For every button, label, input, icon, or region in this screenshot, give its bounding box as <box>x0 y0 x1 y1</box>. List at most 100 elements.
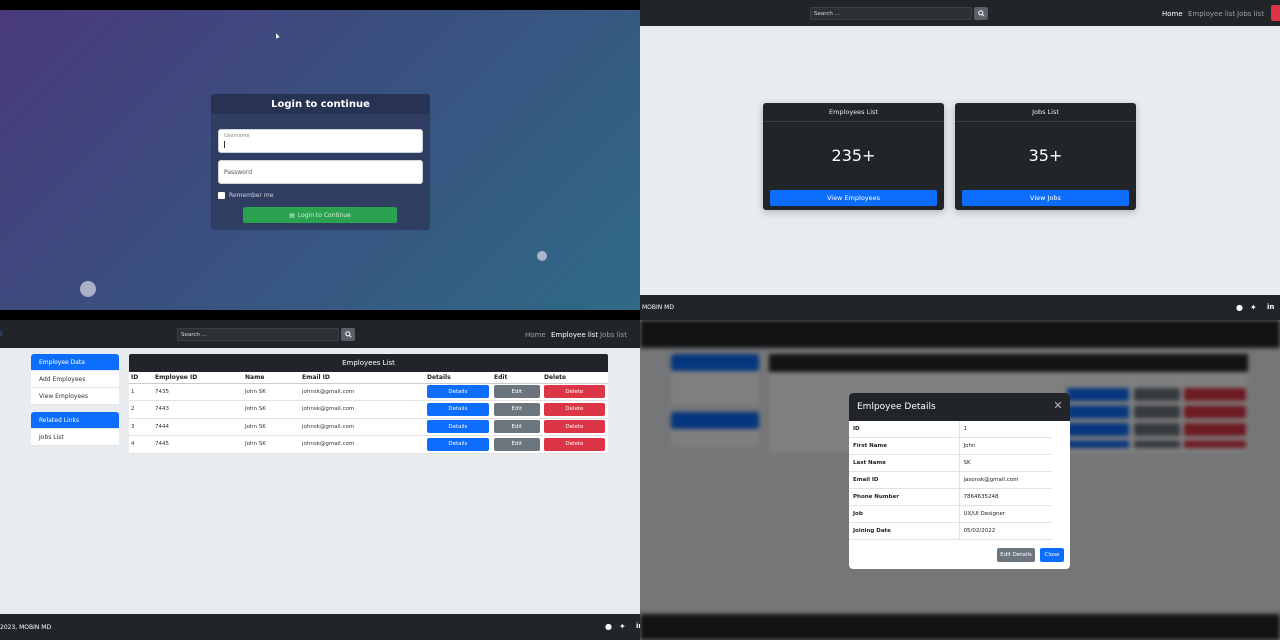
sidebar-item-jobs[interactable]: Jobs List <box>31 429 119 446</box>
floating-circle <box>80 281 96 297</box>
detail-row: First Name John <box>849 437 1052 456</box>
employee-list-screen: 0 Search ... Home Employee list Jobs lis… <box>0 320 640 640</box>
employees-table: ID Employee ID Name Email ID Details Edi… <box>129 372 608 454</box>
sidebar-item-add[interactable]: Add Employees <box>31 371 119 388</box>
view-jobs-button[interactable]: View Jobs <box>962 190 1129 206</box>
sidebar-related-links: Related Links Jobs List <box>31 412 119 446</box>
edit-button[interactable]: Edit <box>494 385 540 399</box>
nav-jobs-list[interactable]: Jobs list <box>1237 10 1264 18</box>
sidebar-item-view[interactable]: View Employees <box>31 388 119 405</box>
search-input[interactable]: Search ... <box>810 7 972 20</box>
search-input[interactable]: Search ... <box>177 328 339 341</box>
github-icon[interactable]: ● <box>605 622 612 631</box>
search-button[interactable] <box>974 7 988 20</box>
twitter-icon[interactable]: ✦ <box>1250 303 1257 312</box>
close-button[interactable]: Close <box>1040 548 1064 562</box>
cell-employee-id: 7445 <box>153 435 243 454</box>
cell-email: johnsk@gmail.com <box>300 383 425 401</box>
detail-key: Joining Date <box>849 522 960 540</box>
col-employee-id: Employee ID <box>153 372 243 384</box>
edit-button[interactable]: Edit <box>494 402 540 416</box>
letterbox-bar <box>0 310 640 320</box>
nav-jobs-list[interactable]: Jobs list <box>600 331 627 339</box>
remember-checkbox[interactable] <box>218 192 225 199</box>
delete-button[interactable]: Delete <box>544 402 605 416</box>
dashboard-screen: Search ... Home Employee list Jobs list … <box>640 0 1280 320</box>
card-count: 35+ <box>1028 146 1063 165</box>
view-employees-button[interactable]: View Employees <box>770 190 937 206</box>
search-button[interactable] <box>341 328 355 341</box>
sidebar-header: Employee Data <box>31 354 119 371</box>
col-details: Details <box>425 372 492 384</box>
table-title: Employees List <box>129 354 608 372</box>
col-name: Name <box>243 372 300 384</box>
cell-email: johnsk@gmail.com <box>300 400 425 419</box>
login-button[interactable]: ▤ Login to Continue <box>243 207 397 223</box>
close-icon[interactable]: ✕ <box>1052 400 1064 412</box>
nav-employee-list[interactable]: Employee list <box>1188 10 1235 18</box>
cell-employee-id: 7435 <box>153 383 243 401</box>
employee-details-screen: Emlpoyee Details ✕ ID 1 First Name John La… <box>640 320 1280 640</box>
linkedin-icon[interactable]: in <box>1267 303 1274 311</box>
cell-id: 4 <box>129 435 153 454</box>
cell-name: John SK <box>243 435 300 454</box>
search-placeholder: Search ... <box>181 331 207 338</box>
table-row: 1 7435 John SK johnsk@gmail.com Details … <box>129 383 608 401</box>
details-button[interactable]: Details <box>427 420 489 434</box>
top-navbar: 0 Search ... Home Employee list Jobs lis… <box>0 320 640 348</box>
delete-button[interactable]: Delete <box>544 420 605 434</box>
table-header-row: ID Employee ID Name Email ID Details Edi… <box>129 372 608 384</box>
cell-email: johnsk@gmail.com <box>300 435 425 454</box>
edit-button[interactable]: Edit <box>494 420 540 434</box>
cell-employee-id: 7444 <box>153 418 243 436</box>
delete-button[interactable]: Delete <box>544 437 605 451</box>
login-screen: Login to continue Username Password Reme… <box>0 0 640 320</box>
employees-card: Employees List 235+ View Employees <box>763 103 944 210</box>
col-edit: Edit <box>492 372 542 384</box>
details-button[interactable]: Details <box>427 437 489 451</box>
detail-value: John <box>959 437 1052 456</box>
cell-id: 2 <box>129 400 153 419</box>
table-row: 4 7445 John SK johnsk@gmail.com Details … <box>129 435 608 454</box>
details-button[interactable]: Details <box>427 402 489 416</box>
login-card: Login to continue Username Password Reme… <box>211 94 430 230</box>
employees-table-card: Employees List ID Employee ID Name Email… <box>129 354 608 454</box>
github-icon[interactable]: ● <box>1236 303 1243 312</box>
cell-name: John SK <box>243 383 300 401</box>
cell-id: 1 <box>129 383 153 401</box>
logout-button[interactable] <box>1271 5 1280 21</box>
brand-fragment: 0 <box>0 330 3 338</box>
detail-key: Email ID <box>849 471 960 490</box>
search-icon <box>977 10 985 17</box>
sidebar-employee-data: Employee Data Add Employees View Employe… <box>31 354 119 405</box>
detail-value: SK <box>959 454 1052 473</box>
nav-employee-list[interactable]: Employee list <box>551 331 598 339</box>
floating-circle <box>537 251 547 261</box>
search-icon <box>344 331 352 338</box>
remember-label: Remember me <box>229 192 274 199</box>
top-navbar: Search ... Home Employee list Jobs list <box>640 0 1280 26</box>
password-field[interactable]: Password <box>218 160 423 184</box>
delete-button[interactable]: Delete <box>544 385 605 399</box>
cell-employee-id: 7443 <box>153 400 243 419</box>
detail-row: Job UX/UI Designer <box>849 505 1052 523</box>
remember-me[interactable]: Remember me <box>218 192 273 199</box>
nav-home[interactable]: Home <box>1162 10 1183 18</box>
table-row: 3 7444 John SK johnsk@gmail.com Details … <box>129 418 608 436</box>
edit-button[interactable]: Edit <box>494 437 540 451</box>
twitter-icon[interactable]: ✦ <box>619 622 626 631</box>
username-field[interactable]: Username <box>218 129 423 153</box>
table-row: 2 7443 John SK johnsk@gmail.com Details … <box>129 400 608 419</box>
sidebar-header: Related Links <box>31 412 119 429</box>
footer: 2023, MOBIN MD ● ✦ in <box>0 614 640 640</box>
detail-key: Phone Number <box>849 488 960 506</box>
detail-value: jasonsk@gmail.com <box>959 471 1052 490</box>
edit-details-button[interactable]: Edit Details <box>997 548 1035 562</box>
footer-text: MOBIN MD <box>642 304 674 311</box>
cell-id: 3 <box>129 418 153 436</box>
nav-home[interactable]: Home <box>525 331 546 339</box>
detail-value: UX/UI Designer <box>959 505 1052 523</box>
details-button[interactable]: Details <box>427 385 489 399</box>
password-placeholder: Password <box>224 169 253 176</box>
card-title: Employees List <box>763 103 944 122</box>
